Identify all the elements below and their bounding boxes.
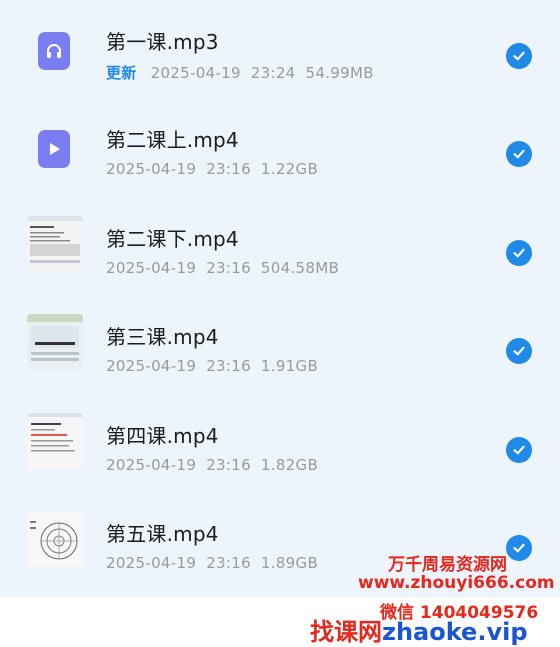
- file-list: 第一课.mp3 更新 2025-04-19 23:24 54.99MB 第二课上.mp…: [0, 0, 560, 597]
- audio-file-icon: [38, 32, 70, 70]
- video-thumbnail: [27, 216, 83, 272]
- video-thumbnail: [27, 511, 83, 567]
- file-date: 2025-04-19: [106, 357, 197, 375]
- file-name: 第二课下.mp4: [106, 227, 239, 251]
- file-meta: 2025-04-19 23:16 1.89GB: [106, 554, 328, 572]
- watermark-brand-cn: 找课网: [310, 618, 382, 646]
- file-meta: 2025-04-19 23:16 1.22GB: [106, 160, 328, 178]
- selected-check-icon[interactable]: [506, 535, 532, 561]
- file-size: 1.91GB: [260, 357, 319, 375]
- selected-check-icon[interactable]: [506, 43, 532, 69]
- file-time: 23:16: [206, 357, 251, 375]
- file-name: 第四课.mp4: [106, 424, 219, 448]
- file-date: 2025-04-19: [150, 64, 241, 82]
- file-time: 23:24: [250, 64, 296, 82]
- file-date: 2025-04-19: [106, 160, 197, 178]
- file-time: 23:16: [206, 259, 251, 277]
- watermark-url: www.zhouyi666.com: [358, 573, 555, 593]
- file-time: 23:16: [206, 554, 251, 572]
- update-badge: 更新: [106, 64, 137, 82]
- watermark-brand: 找课网zhaoke.vip: [310, 612, 528, 647]
- file-size: 1.89GB: [260, 554, 319, 572]
- file-row[interactable]: 第二课上.mp4 2025-04-19 23:16 1.22GB: [0, 98, 560, 196]
- watermark-brand-domain: zhaoke.vip: [382, 618, 528, 646]
- file-meta: 2025-04-19 23:16 504.58MB: [106, 259, 349, 277]
- file-row[interactable]: 第一课.mp3 更新 2025-04-19 23:24 54.99MB: [0, 0, 560, 98]
- file-size: 54.99MB: [305, 64, 374, 82]
- selected-check-icon[interactable]: [506, 437, 532, 463]
- video-thumbnail: [27, 413, 83, 469]
- file-date: 2025-04-19: [106, 259, 197, 277]
- file-size: 1.82GB: [260, 456, 319, 474]
- file-row[interactable]: 第三课.mp4 2025-04-19 23:16 1.91GB: [0, 295, 560, 393]
- file-name: 第三课.mp4: [106, 325, 219, 349]
- file-size: 504.58MB: [260, 259, 340, 277]
- selected-check-icon[interactable]: [506, 141, 532, 167]
- video-file-icon: [38, 130, 70, 168]
- file-name: 第五课.mp4: [106, 522, 219, 546]
- video-thumbnail: [27, 314, 83, 370]
- file-row[interactable]: 第四课.mp4 2025-04-19 23:16 1.82GB: [0, 394, 560, 492]
- selected-check-icon[interactable]: [506, 240, 532, 266]
- file-row[interactable]: 第二课下.mp4 2025-04-19 23:16 504.58MB: [0, 197, 560, 295]
- file-name: 第二课上.mp4: [106, 128, 239, 152]
- file-meta: 2025-04-19 23:16 1.82GB: [106, 456, 328, 474]
- file-date: 2025-04-19: [106, 554, 197, 572]
- file-time: 23:16: [206, 456, 251, 474]
- file-size: 1.22GB: [260, 160, 319, 178]
- file-name: 第一课.mp3: [106, 30, 219, 54]
- watermark-site-name: 万千周易资源网: [388, 555, 507, 575]
- file-meta: 2025-04-19 23:16 1.91GB: [106, 357, 328, 375]
- file-date: 2025-04-19: [106, 456, 197, 474]
- selected-check-icon[interactable]: [506, 338, 532, 364]
- file-time: 23:16: [206, 160, 251, 178]
- file-meta: 更新 2025-04-19 23:24 54.99MB: [106, 62, 384, 83]
